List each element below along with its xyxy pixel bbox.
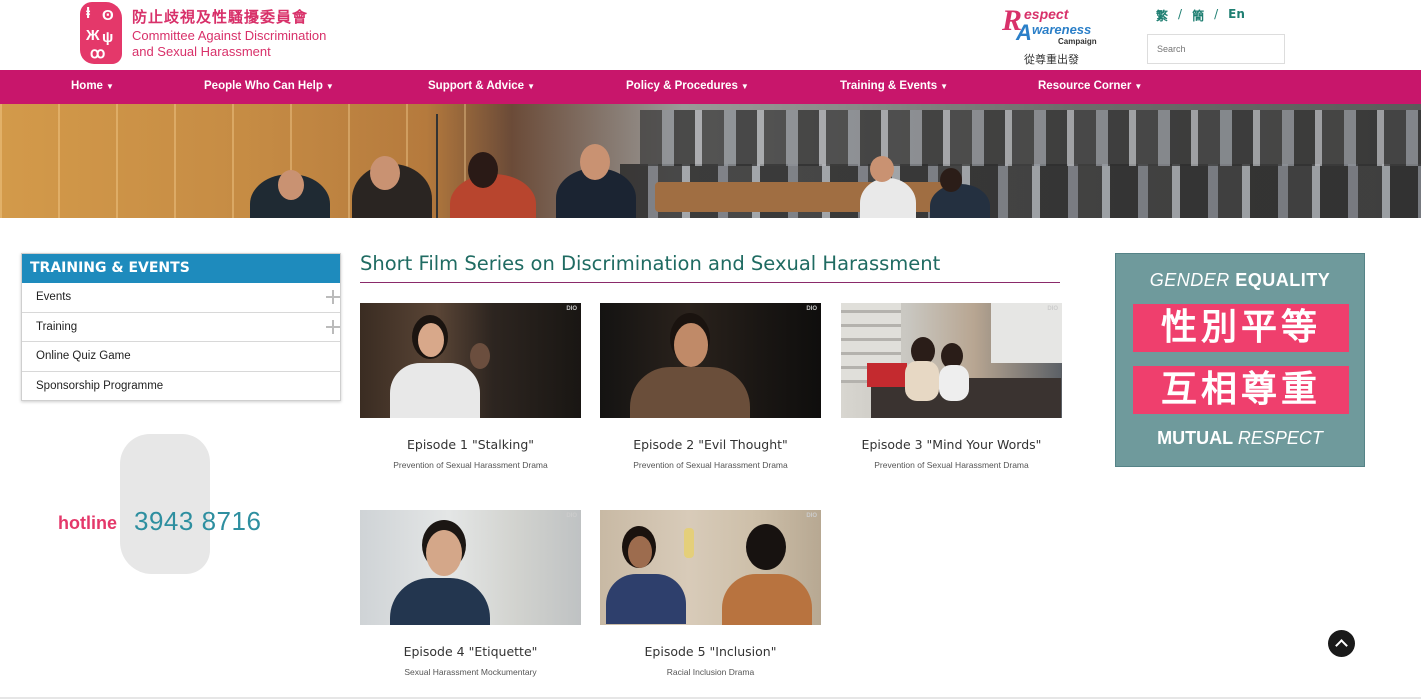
episode-thumbnail[interactable]: DIO bbox=[600, 510, 821, 625]
lang-english[interactable]: En bbox=[1228, 7, 1245, 24]
language-switcher: 繁 / 簡 / En bbox=[1156, 7, 1245, 24]
episode-thumbnail[interactable]: DIO bbox=[600, 303, 821, 418]
campaign-letter-a: A bbox=[1016, 20, 1032, 45]
episode-subtitle: Prevention of Sexual Harassment Drama bbox=[874, 460, 1029, 470]
respect-awareness-campaign-logo[interactable]: R espect A wareness Campaign 從尊重出發 bbox=[1002, 4, 1112, 66]
search-input[interactable] bbox=[1147, 34, 1285, 64]
nav-people-who-can-help[interactable]: People Who Can Help ▼ bbox=[204, 70, 334, 104]
ad-heading: GENDER EQUALITY bbox=[1116, 270, 1364, 291]
sidebar-item-training[interactable]: Training bbox=[22, 313, 340, 342]
episode-card-5[interactable]: DIO Episode 5 "Inclusion" Racial Inclusi… bbox=[600, 510, 821, 677]
nav-policy-label: Policy & Procedures bbox=[626, 80, 738, 92]
site-header: ⱡ ʘ Ж ψ ꝏ 防止歧視及性騷擾委員會 Committee Against … bbox=[0, 0, 1421, 70]
episode-card-1[interactable]: DIO Episode 1 "Stalking" Prevention of S… bbox=[360, 303, 581, 470]
channel-tag: DIO bbox=[566, 306, 577, 312]
nav-home[interactable]: Home ▼ bbox=[71, 70, 114, 104]
logo-english-line2: and Sexual Harassment bbox=[132, 44, 271, 59]
episode-title[interactable]: Episode 4 "Etiquette" bbox=[360, 644, 581, 659]
main-nav: Home ▼ People Who Can Help ▼ Support & Adv… bbox=[0, 70, 1421, 104]
chevron-down-icon: ▼ bbox=[105, 82, 114, 91]
ad-slogan-2: 互相尊重 bbox=[1133, 366, 1349, 414]
lang-separator: / bbox=[1214, 7, 1219, 21]
episode-card-3[interactable]: DIO Episode 3 "Mind Your Words" Preventi… bbox=[841, 303, 1062, 470]
nav-support-label: Support & Advice bbox=[428, 80, 525, 92]
nav-resource-corner[interactable]: Resource Corner ▼ bbox=[1038, 70, 1142, 104]
channel-tag: DIO bbox=[806, 513, 817, 519]
nav-resource-label: Resource Corner bbox=[1038, 80, 1132, 92]
episode-title[interactable]: Episode 1 "Stalking" bbox=[360, 437, 581, 452]
sidebar-title: TRAINING & EVENTS bbox=[22, 254, 340, 283]
hotline-label: hotline bbox=[58, 513, 117, 533]
episode-subtitle: Racial Inclusion Drama bbox=[666, 667, 755, 677]
episode-thumbnail[interactable]: DIO bbox=[360, 303, 581, 418]
episode-subtitle: Prevention of Sexual Harassment Drama bbox=[393, 460, 548, 470]
nav-policy-procedures[interactable]: Policy & Procedures ▼ bbox=[626, 70, 749, 104]
channel-tag: DIO bbox=[1047, 306, 1058, 312]
chevron-down-icon: ▼ bbox=[325, 82, 334, 91]
ad-footer-italic: RESPECT bbox=[1237, 428, 1323, 448]
episode-title[interactable]: Episode 2 "Evil Thought" bbox=[600, 437, 821, 452]
logo-english-line1: Committee Against Discrimination bbox=[132, 28, 327, 43]
hero-banner-photo bbox=[0, 104, 1421, 218]
ad-heading-light: GENDER bbox=[1149, 270, 1236, 290]
chevron-down-icon: ▼ bbox=[740, 82, 749, 91]
sidebar-item-sponsorship-programme[interactable]: Sponsorship Programme bbox=[22, 372, 340, 402]
hotline-number: 3943 8716 bbox=[134, 506, 262, 536]
ad-slogan-1: 性別平等 bbox=[1133, 304, 1349, 352]
campaign-word-campaign: Campaign bbox=[1058, 37, 1097, 46]
ad-footer-bold: MUTUAL bbox=[1157, 428, 1238, 448]
ad-footer: MUTUAL RESPECT bbox=[1116, 428, 1364, 449]
channel-tag: DIO bbox=[566, 513, 577, 519]
episode-card-4[interactable]: DIO Episode 4 "Etiquette" Sexual Harassm… bbox=[360, 510, 581, 677]
microphone-stand bbox=[436, 114, 438, 218]
lang-traditional[interactable]: 繁 bbox=[1156, 7, 1168, 24]
hotline-banner[interactable]: hotline 3943 8716 bbox=[56, 430, 316, 580]
plus-icon[interactable] bbox=[326, 290, 340, 304]
episode-subtitle: Prevention of Sexual Harassment Drama bbox=[633, 460, 788, 470]
sidebar-item-label: Sponsorship Programme bbox=[36, 379, 164, 392]
logo-chinese-name: 防止歧視及性騷擾委員會 bbox=[132, 8, 309, 26]
episode-card-2[interactable]: DIO Episode 2 "Evil Thought" Prevention … bbox=[600, 303, 821, 470]
episode-title[interactable]: Episode 5 "Inclusion" bbox=[600, 644, 821, 659]
sidebar-item-label: Events bbox=[36, 291, 72, 303]
campaign-chinese-slogan: 從尊重出發 bbox=[1024, 53, 1079, 66]
sidebar-menu: TRAINING & EVENTS Events Training Online… bbox=[21, 253, 341, 401]
episode-thumbnail[interactable]: DIO bbox=[841, 303, 1062, 418]
back-to-top-button[interactable] bbox=[1328, 630, 1355, 657]
chevron-down-icon: ▼ bbox=[940, 82, 949, 91]
episode-thumbnail[interactable]: DIO bbox=[360, 510, 581, 625]
lang-separator: / bbox=[1178, 7, 1183, 21]
lang-simplified[interactable]: 簡 bbox=[1192, 7, 1204, 24]
sidebar-item-online-quiz-game[interactable]: Online Quiz Game bbox=[22, 342, 340, 372]
nav-training-events[interactable]: Training & Events ▼ bbox=[840, 70, 948, 104]
sidebar-item-events[interactable]: Events bbox=[22, 283, 340, 313]
chevron-down-icon: ▼ bbox=[527, 82, 535, 91]
episode-subtitle: Sexual Harassment Mockumentary bbox=[404, 667, 537, 677]
sidebar-item-label: Training bbox=[36, 320, 78, 333]
plus-icon[interactable] bbox=[326, 319, 340, 334]
gender-equality-ad[interactable]: GENDER EQUALITY 性別平等 互相尊重 MUTUAL RESPECT bbox=[1115, 253, 1365, 467]
nav-home-label: Home bbox=[71, 80, 103, 92]
logo-emblem: ⱡ ʘ Ж ψ ꝏ bbox=[80, 2, 122, 64]
nav-people-label: People Who Can Help bbox=[204, 80, 323, 92]
page-title: Short Film Series on Discrimination and … bbox=[360, 252, 1060, 283]
ad-heading-bold: EQUALITY bbox=[1235, 270, 1331, 290]
site-logo[interactable]: ⱡ ʘ Ж ψ ꝏ 防止歧視及性騷擾委員會 Committee Against … bbox=[80, 2, 330, 66]
sidebar-item-label: Online Quiz Game bbox=[36, 350, 131, 362]
campaign-word-wareness: wareness bbox=[1032, 22, 1092, 37]
channel-tag: DIO bbox=[806, 306, 817, 312]
nav-support-advice[interactable]: Support & Advice ▼ bbox=[428, 70, 535, 104]
episode-title[interactable]: Episode 3 "Mind Your Words" bbox=[841, 437, 1062, 452]
chevron-down-icon: ▼ bbox=[1134, 82, 1143, 91]
hotline-emblem bbox=[120, 434, 210, 574]
nav-training-label: Training & Events bbox=[840, 80, 938, 92]
